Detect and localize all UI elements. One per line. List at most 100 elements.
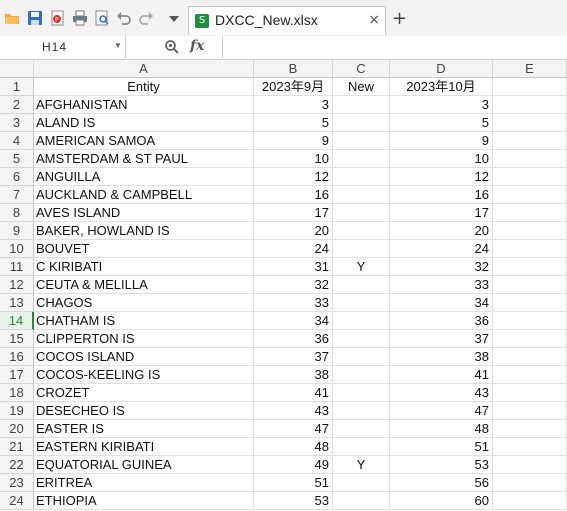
row-number[interactable]: 10 bbox=[0, 240, 34, 258]
cell-entity[interactable]: AMSTERDAM & ST PAUL bbox=[34, 150, 254, 168]
cell-new[interactable] bbox=[333, 186, 390, 204]
cell-entity[interactable]: ALAND IS bbox=[34, 114, 254, 132]
row-number[interactable]: 24 bbox=[0, 492, 34, 510]
cell-entity[interactable]: CHATHAM IS bbox=[34, 312, 254, 330]
save-icon[interactable] bbox=[27, 10, 43, 26]
cell-new[interactable] bbox=[333, 114, 390, 132]
row-number[interactable]: 2 bbox=[0, 96, 34, 114]
cell-empty[interactable] bbox=[493, 276, 567, 294]
cell-empty[interactable] bbox=[493, 456, 567, 474]
cell-entity[interactable]: ERITREA bbox=[34, 474, 254, 492]
cell-entity[interactable]: COCOS-KEELING IS bbox=[34, 366, 254, 384]
cell-empty[interactable] bbox=[493, 222, 567, 240]
cell-empty[interactable] bbox=[493, 492, 567, 510]
cell-sep-2023[interactable]: 32 bbox=[254, 276, 333, 294]
cell-entity[interactable]: BAKER, HOWLAND IS bbox=[34, 222, 254, 240]
cell-oct-2023[interactable]: 34 bbox=[390, 294, 493, 312]
cell-entity[interactable]: Entity bbox=[34, 78, 254, 96]
cell-oct-2023[interactable]: 38 bbox=[390, 348, 493, 366]
row-number[interactable]: 22 bbox=[0, 456, 34, 474]
cell-new[interactable] bbox=[333, 330, 390, 348]
function-icon[interactable]: fx bbox=[190, 38, 204, 54]
cell-new[interactable] bbox=[333, 150, 390, 168]
cell-empty[interactable] bbox=[493, 366, 567, 384]
cell-new[interactable] bbox=[333, 222, 390, 240]
redo-icon[interactable] bbox=[138, 10, 154, 26]
row-number[interactable]: 3 bbox=[0, 114, 34, 132]
row-number[interactable]: 19 bbox=[0, 402, 34, 420]
cell-oct-2023[interactable]: 12 bbox=[390, 168, 493, 186]
cell-entity[interactable]: CROZET bbox=[34, 384, 254, 402]
tab-dxcc-new[interactable]: S DXCC_New.xlsx × bbox=[188, 6, 386, 35]
cell-oct-2023[interactable]: 51 bbox=[390, 438, 493, 456]
cell-entity[interactable]: EASTER IS bbox=[34, 420, 254, 438]
cell-new[interactable] bbox=[333, 276, 390, 294]
cell-sep-2023[interactable]: 16 bbox=[254, 186, 333, 204]
row-number[interactable]: 9 bbox=[0, 222, 34, 240]
chevron-down-icon[interactable]: ▼ bbox=[114, 41, 122, 50]
column-header-c[interactable]: C bbox=[333, 60, 390, 78]
cell-empty[interactable] bbox=[493, 294, 567, 312]
cell-empty[interactable] bbox=[493, 78, 567, 96]
cell-entity[interactable]: AFGHANISTAN bbox=[34, 96, 254, 114]
cell-sep-2023[interactable]: 31 bbox=[254, 258, 333, 276]
cell-sep-2023[interactable]: 10 bbox=[254, 150, 333, 168]
zoom-icon[interactable] bbox=[164, 39, 180, 55]
cell-sep-2023[interactable]: 33 bbox=[254, 294, 333, 312]
cell-new[interactable] bbox=[333, 348, 390, 366]
cell-oct-2023[interactable]: 3 bbox=[390, 96, 493, 114]
cell-oct-2023[interactable]: 56 bbox=[390, 474, 493, 492]
row-number[interactable]: 18 bbox=[0, 384, 34, 402]
cell-empty[interactable] bbox=[493, 132, 567, 150]
cell-new[interactable]: Y bbox=[333, 258, 390, 276]
cell-new[interactable] bbox=[333, 366, 390, 384]
cell-oct-2023[interactable]: 47 bbox=[390, 402, 493, 420]
cell-entity[interactable]: ETHIOPIA bbox=[34, 492, 254, 510]
cell-oct-2023[interactable]: 48 bbox=[390, 420, 493, 438]
cell-sep-2023[interactable]: 47 bbox=[254, 420, 333, 438]
row-number[interactable]: 5 bbox=[0, 150, 34, 168]
column-header-b[interactable]: B bbox=[254, 60, 333, 78]
cell-entity[interactable]: CHAGOS bbox=[34, 294, 254, 312]
cell-new[interactable] bbox=[333, 240, 390, 258]
cell-sep-2023[interactable]: 24 bbox=[254, 240, 333, 258]
cell-oct-2023[interactable]: 2023年10月 bbox=[390, 78, 493, 96]
cell-new[interactable] bbox=[333, 96, 390, 114]
cell-new[interactable] bbox=[333, 294, 390, 312]
cell-sep-2023[interactable]: 17 bbox=[254, 204, 333, 222]
cell-new[interactable] bbox=[333, 168, 390, 186]
cell-oct-2023[interactable]: 20 bbox=[390, 222, 493, 240]
select-all-corner[interactable] bbox=[0, 60, 34, 78]
cell-empty[interactable] bbox=[493, 258, 567, 276]
dropdown-icon[interactable] bbox=[166, 10, 182, 26]
cell-entity[interactable]: BOUVET bbox=[34, 240, 254, 258]
cell-new[interactable]: New bbox=[333, 78, 390, 96]
column-header-d[interactable]: D bbox=[390, 60, 493, 78]
cell-entity[interactable]: CEUTA & MELILLA bbox=[34, 276, 254, 294]
cell-sep-2023[interactable]: 34 bbox=[254, 312, 333, 330]
row-number[interactable]: 16 bbox=[0, 348, 34, 366]
row-number[interactable]: 1 bbox=[0, 78, 34, 96]
row-number[interactable]: 11 bbox=[0, 258, 34, 276]
cell-entity[interactable]: COCOS ISLAND bbox=[34, 348, 254, 366]
cell-new[interactable]: Y bbox=[333, 456, 390, 474]
cell-oct-2023[interactable]: 10 bbox=[390, 150, 493, 168]
row-number[interactable]: 8 bbox=[0, 204, 34, 222]
row-number[interactable]: 23 bbox=[0, 474, 34, 492]
row-number[interactable]: 20 bbox=[0, 420, 34, 438]
cell-empty[interactable] bbox=[493, 114, 567, 132]
cell-oct-2023[interactable]: 32 bbox=[390, 258, 493, 276]
cell-sep-2023[interactable]: 36 bbox=[254, 330, 333, 348]
open-folder-icon[interactable] bbox=[4, 10, 20, 26]
cell-empty[interactable] bbox=[493, 168, 567, 186]
cell-new[interactable] bbox=[333, 420, 390, 438]
row-number[interactable]: 7 bbox=[0, 186, 34, 204]
cell-empty[interactable] bbox=[493, 240, 567, 258]
export-pdf-icon[interactable]: P bbox=[50, 10, 66, 26]
cell-oct-2023[interactable]: 24 bbox=[390, 240, 493, 258]
cell-empty[interactable] bbox=[493, 420, 567, 438]
cell-oct-2023[interactable]: 33 bbox=[390, 276, 493, 294]
cell-oct-2023[interactable]: 53 bbox=[390, 456, 493, 474]
cell-entity[interactable]: AMERICAN SAMOA bbox=[34, 132, 254, 150]
cell-oct-2023[interactable]: 36 bbox=[390, 312, 493, 330]
